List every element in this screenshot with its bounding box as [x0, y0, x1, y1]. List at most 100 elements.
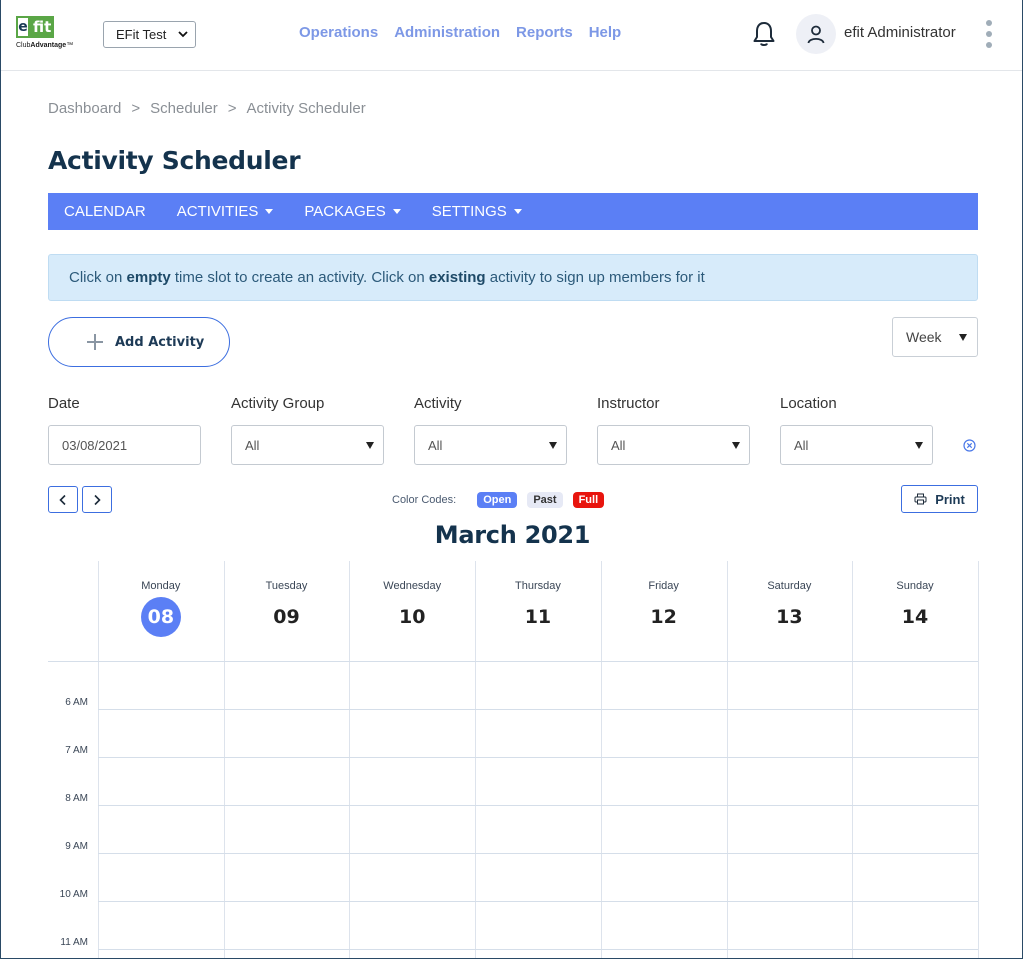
time-slot[interactable]	[476, 806, 601, 854]
time-slot[interactable]	[853, 662, 978, 710]
time-slot[interactable]	[602, 806, 727, 854]
status-badge-full: Full	[572, 492, 605, 508]
time-slot[interactable]	[350, 950, 475, 958]
chevron-left-icon	[59, 494, 66, 505]
day-header[interactable]: Tuesday 09	[224, 561, 350, 661]
time-slot[interactable]	[728, 806, 853, 854]
breadcrumb-separator: >	[227, 100, 237, 117]
prev-week-button[interactable]	[48, 486, 78, 513]
day-header[interactable]: Sunday 14	[852, 561, 978, 661]
clear-filters-icon[interactable]	[963, 439, 976, 452]
day-header[interactable]: Wednesday 10	[349, 561, 475, 661]
time-slot[interactable]	[350, 662, 475, 710]
time-slot[interactable]	[476, 854, 601, 902]
time-slot[interactable]	[853, 950, 978, 958]
time-slot[interactable]	[853, 902, 978, 950]
nav-reports[interactable]: Reports	[516, 24, 573, 41]
time-slot[interactable]	[602, 758, 727, 806]
activity-select[interactable]: All	[414, 425, 567, 465]
time-slot[interactable]	[602, 662, 727, 710]
time-slot[interactable]	[350, 902, 475, 950]
avatar[interactable]	[796, 14, 836, 54]
time-slot[interactable]	[728, 758, 853, 806]
activity-group-select[interactable]: All	[231, 425, 384, 465]
time-slot[interactable]	[225, 806, 350, 854]
time-slot[interactable]	[602, 710, 727, 758]
time-slot[interactable]	[99, 902, 224, 950]
time-slot[interactable]	[350, 854, 475, 902]
time-slot[interactable]	[476, 662, 601, 710]
user-name[interactable]: efit Administrator	[844, 24, 956, 41]
day-header[interactable]: Thursday 11	[475, 561, 601, 661]
time-slot[interactable]	[728, 902, 853, 950]
tab-packages[interactable]: PACKAGES	[304, 203, 401, 220]
time-slot[interactable]	[728, 950, 853, 958]
day-header[interactable]: Monday 08	[98, 561, 224, 661]
time-slot[interactable]	[225, 854, 350, 902]
time-slot[interactable]	[476, 710, 601, 758]
instructor-select[interactable]: All	[597, 425, 750, 465]
bell-icon[interactable]	[751, 20, 777, 48]
time-label: 9 AM	[65, 841, 88, 852]
time-slot[interactable]	[350, 806, 475, 854]
nav-operations[interactable]: Operations	[299, 24, 378, 41]
time-slot[interactable]	[728, 662, 853, 710]
page-title: Activity Scheduler	[48, 146, 301, 175]
day-header[interactable]: Friday 12	[601, 561, 727, 661]
logo-mark: e fit	[16, 16, 55, 38]
time-slot[interactable]	[853, 758, 978, 806]
club-select[interactable]: EFit Test	[103, 21, 196, 48]
time-slot[interactable]	[853, 854, 978, 902]
time-slot[interactable]	[99, 950, 224, 958]
time-slot[interactable]	[350, 758, 475, 806]
activity-label: Activity	[414, 395, 462, 412]
time-slot[interactable]	[225, 950, 350, 958]
day-header[interactable]: Saturday 13	[727, 561, 853, 661]
time-slot[interactable]	[728, 710, 853, 758]
time-slot[interactable]	[350, 710, 475, 758]
time-slot[interactable]	[99, 710, 224, 758]
nav-administration[interactable]: Administration	[394, 24, 500, 41]
nav-help[interactable]: Help	[589, 24, 622, 41]
time-slot[interactable]	[853, 806, 978, 854]
location-label: Location	[780, 395, 837, 412]
more-menu-icon[interactable]	[984, 20, 994, 48]
time-slot[interactable]	[602, 902, 727, 950]
main-nav: Operations Administration Reports Help	[299, 24, 621, 41]
time-slot[interactable]	[853, 710, 978, 758]
info-text-1: Click on	[69, 269, 127, 286]
time-slot[interactable]	[99, 806, 224, 854]
time-slot[interactable]	[476, 950, 601, 958]
day-number: 13	[776, 606, 803, 628]
date-field[interactable]: 03/08/2021	[48, 425, 201, 465]
time-slot[interactable]	[225, 710, 350, 758]
add-activity-button[interactable]: Add Activity	[48, 317, 230, 367]
time-slot[interactable]	[225, 662, 350, 710]
tab-calendar[interactable]: CALENDAR	[64, 203, 146, 220]
breadcrumb-scheduler[interactable]: Scheduler	[150, 100, 218, 117]
time-slot[interactable]	[728, 854, 853, 902]
time-slot[interactable]	[602, 950, 727, 958]
info-bold-empty: empty	[126, 269, 171, 286]
tab-activities[interactable]: ACTIVITIES	[177, 203, 274, 220]
time-slot[interactable]	[476, 902, 601, 950]
time-slot[interactable]	[225, 902, 350, 950]
time-slot[interactable]	[602, 854, 727, 902]
next-week-button[interactable]	[82, 486, 112, 513]
caret-down-icon	[366, 442, 374, 449]
tab-settings[interactable]: SETTINGS	[432, 203, 522, 220]
breadcrumb: Dashboard > Scheduler > Activity Schedul…	[48, 100, 366, 117]
chevron-down-icon	[178, 31, 188, 38]
time-slot[interactable]	[476, 758, 601, 806]
time-slot[interactable]	[99, 854, 224, 902]
status-badge-open: Open	[477, 492, 518, 508]
location-select[interactable]: All	[780, 425, 933, 465]
time-slot[interactable]	[99, 662, 224, 710]
time-slot[interactable]	[99, 758, 224, 806]
breadcrumb-dashboard[interactable]: Dashboard	[48, 100, 121, 117]
time-slot[interactable]	[225, 758, 350, 806]
view-select[interactable]: Week	[892, 317, 978, 357]
day-number: 14	[901, 606, 929, 628]
print-button[interactable]: Print	[901, 485, 978, 513]
brand-logo[interactable]: e fit ClubAdvantage™	[16, 16, 88, 56]
